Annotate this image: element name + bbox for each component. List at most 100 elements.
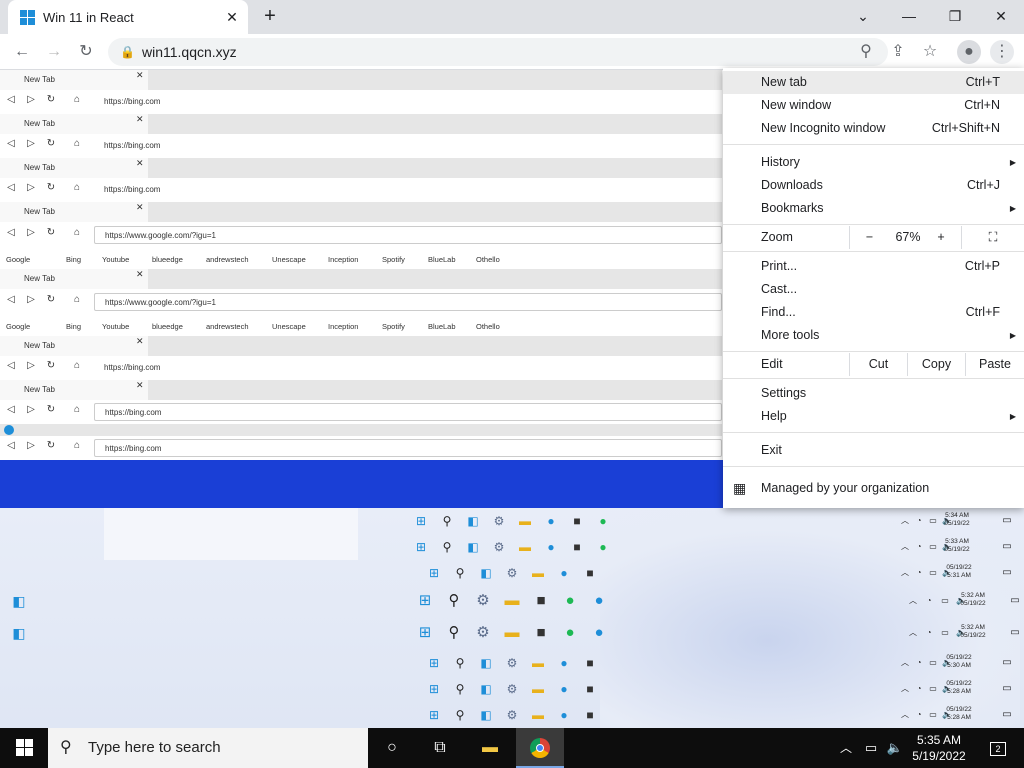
- inner-tab-title[interactable]: New Tab: [0, 269, 148, 289]
- spotify-icon[interactable]: ●: [596, 514, 610, 528]
- spotify-icon[interactable]: ●: [561, 593, 579, 608]
- search-icon[interactable]: ⚲: [453, 708, 467, 722]
- search-icon[interactable]: ⚲: [453, 566, 467, 580]
- widgets-icon[interactable]: ◧: [12, 594, 26, 608]
- battery-icon[interactable]: ▭: [938, 626, 952, 640]
- tab-search-chevron-icon[interactable]: ⌄: [840, 0, 886, 32]
- settings-icon[interactable]: ⚙: [492, 514, 506, 528]
- nested-clock[interactable]: 5:32 AM 05/19/22: [960, 592, 986, 608]
- inner-url[interactable]: https://bing.com: [94, 93, 722, 111]
- menu-downloads[interactable]: Downloads Ctrl+J: [723, 174, 1024, 197]
- tray-overflow-icon[interactable]: ︿: [836, 728, 856, 768]
- search-icon[interactable]: ⚲: [453, 656, 467, 670]
- inner-back-icon[interactable]: ◁: [4, 404, 18, 415]
- nested-clock[interactable]: 05/19/22 5:30 AM: [946, 654, 972, 670]
- nested-clock[interactable]: 5:32 AM 05/19/22: [960, 624, 986, 640]
- tray-overflow-icon[interactable]: ︿: [898, 514, 912, 528]
- menu-more-tools[interactable]: More tools ▶: [723, 324, 1024, 347]
- minimize-button[interactable]: —: [886, 0, 932, 32]
- inner-url[interactable]: https://www.google.com/?igu=1: [94, 226, 722, 244]
- inner-home-icon[interactable]: ⌂: [70, 440, 84, 451]
- store-icon[interactable]: ■: [532, 593, 550, 608]
- bookmark-youtube[interactable]: Youtube: [102, 320, 129, 334]
- fullscreen-icon[interactable]: ⛶: [961, 226, 1024, 249]
- menu-managed[interactable]: ▦ Managed by your organization: [723, 477, 1024, 500]
- menu-settings[interactable]: Settings: [723, 382, 1024, 405]
- windows-logo-icon[interactable]: ⊞: [416, 593, 434, 608]
- zoom-out-button[interactable]: −: [849, 226, 889, 249]
- settings-icon[interactable]: ⚙: [505, 566, 519, 580]
- windows-logo-icon[interactable]: ⊞: [414, 540, 428, 554]
- inner-tab-close-icon[interactable]: ✕: [136, 158, 144, 169]
- restore-button[interactable]: ❐: [932, 0, 978, 32]
- edge-icon[interactable]: ●: [544, 540, 558, 554]
- settings-icon[interactable]: ⚙: [474, 625, 492, 640]
- chrome-taskbar-icon[interactable]: [516, 728, 564, 768]
- file-explorer-icon[interactable]: ▬: [531, 566, 545, 580]
- bookmark-star-icon[interactable]: ☆: [918, 40, 942, 64]
- inner-reload-icon[interactable]: ↻: [44, 360, 58, 371]
- forward-button[interactable]: →: [42, 40, 66, 64]
- edge-icon[interactable]: ●: [557, 656, 571, 670]
- store-icon[interactable]: ■: [583, 682, 597, 696]
- tray-overflow-icon[interactable]: ︿: [906, 594, 920, 608]
- inner-forward-icon[interactable]: ▷: [24, 227, 38, 238]
- notification-icon[interactable]: ▭: [1000, 514, 1014, 528]
- inner-reload-icon[interactable]: ↻: [44, 182, 58, 193]
- wifi-icon[interactable]: ◔: [912, 656, 926, 670]
- windows-logo-icon[interactable]: ⊞: [427, 682, 441, 696]
- tray-overflow-icon[interactable]: ︿: [898, 708, 912, 722]
- inner-tab-close-icon[interactable]: ✕: [136, 114, 144, 125]
- inner-url[interactable]: https://bing.com: [94, 403, 722, 421]
- bookmark-spotify[interactable]: Spotify: [382, 320, 405, 334]
- tab-close-button[interactable]: ✕: [222, 9, 242, 26]
- bookmark-bing[interactable]: Bing: [66, 320, 81, 334]
- search-icon[interactable]: ⚲: [453, 682, 467, 696]
- search-icon[interactable]: ⚲: [440, 514, 454, 528]
- notification-icon[interactable]: ▭: [1000, 566, 1014, 580]
- widgets-icon[interactable]: ◧: [479, 656, 493, 670]
- menu-incognito[interactable]: New Incognito window Ctrl+Shift+N: [723, 117, 1024, 140]
- settings-icon[interactable]: ⚙: [505, 682, 519, 696]
- widgets-icon[interactable]: ◧: [466, 514, 480, 528]
- inner-reload-icon[interactable]: ↻: [44, 404, 58, 415]
- cut-button[interactable]: Cut: [849, 353, 907, 376]
- bookmark-blueedge[interactable]: blueedge: [152, 320, 183, 334]
- nested-clock[interactable]: 05/19/22 5:31 AM: [946, 564, 972, 580]
- bookmark-inception[interactable]: Inception: [328, 320, 358, 334]
- inner-tab-title[interactable]: New Tab: [0, 114, 148, 134]
- inner-home-icon[interactable]: ⌂: [70, 404, 84, 415]
- edge-icon[interactable]: ●: [557, 566, 571, 580]
- inner-back-icon[interactable]: ◁: [4, 182, 18, 193]
- zoom-in-button[interactable]: +: [927, 226, 955, 249]
- widgets-icon[interactable]: ◧: [479, 566, 493, 580]
- edge-icon[interactable]: ●: [590, 625, 608, 640]
- edge-icon[interactable]: ●: [544, 514, 558, 528]
- inner-forward-icon[interactable]: ▷: [24, 138, 38, 149]
- inner-url[interactable]: https://bing.com: [94, 181, 722, 199]
- windows-logo-icon[interactable]: ⊞: [427, 656, 441, 670]
- notification-icon[interactable]: ▭: [1008, 626, 1022, 640]
- inner-forward-icon[interactable]: ▷: [24, 94, 38, 105]
- inner-home-icon[interactable]: ⌂: [70, 294, 84, 305]
- edge-icon[interactable]: ●: [590, 593, 608, 608]
- inner-forward-icon[interactable]: ▷: [24, 440, 38, 451]
- reload-button[interactable]: ↻: [74, 40, 98, 64]
- menu-history[interactable]: History ▶: [723, 151, 1024, 174]
- share-icon[interactable]: ⇪: [886, 40, 910, 64]
- battery-icon[interactable]: ▭: [926, 682, 940, 696]
- bookmark-google[interactable]: Google: [6, 320, 30, 334]
- bookmark-unescape[interactable]: Unescape: [272, 253, 306, 267]
- tray-overflow-icon[interactable]: ︿: [898, 566, 912, 580]
- tray-overflow-icon[interactable]: ︿: [898, 540, 912, 554]
- widgets-icon[interactable]: ◧: [466, 540, 480, 554]
- tray-overflow-icon[interactable]: ︿: [906, 626, 920, 640]
- inner-tab-title[interactable]: New Tab: [0, 380, 148, 400]
- settings-icon[interactable]: ⚙: [505, 656, 519, 670]
- nested-clock[interactable]: 05/19/22 5:28 AM: [946, 680, 972, 696]
- bookmark-othello[interactable]: Othello: [476, 320, 500, 334]
- wifi-icon[interactable]: ◔: [912, 682, 926, 696]
- inner-home-icon[interactable]: ⌂: [70, 138, 84, 149]
- wifi-icon[interactable]: ◔: [912, 708, 926, 722]
- battery-icon[interactable]: ▭: [926, 540, 940, 554]
